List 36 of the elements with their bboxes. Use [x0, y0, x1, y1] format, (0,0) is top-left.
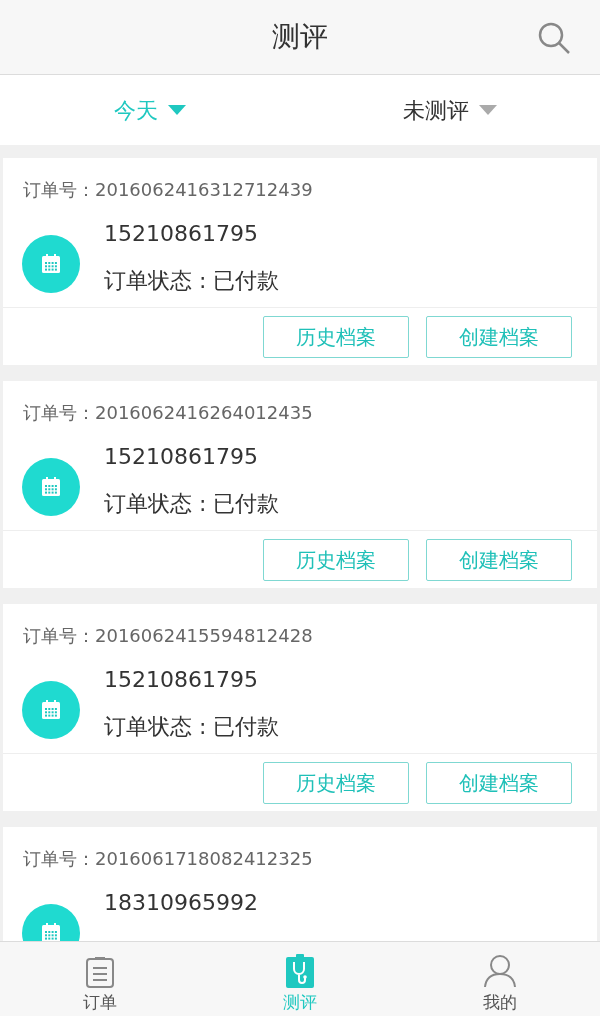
search-icon[interactable]: [536, 20, 572, 56]
clipboard-icon: [85, 955, 115, 988]
phone-number: 15210861795: [104, 443, 259, 471]
archive-button[interactable]: 历史档案: [263, 538, 409, 581]
order-status: 订单状态 : 已付款: [104, 490, 280, 518]
nav-tab[interactable]: 订单: [0, 942, 200, 1016]
filter-dropdown[interactable]: 今天: [0, 75, 300, 145]
phone-number: 18310965992: [104, 889, 258, 917]
calendar-icon: [40, 476, 62, 498]
person-icon: [483, 953, 517, 988]
archive-button[interactable]: 创建档案: [426, 761, 572, 804]
order-number: 2016062415594812428: [95, 624, 313, 648]
calendar-icon: [40, 253, 62, 275]
archive-button[interactable]: 创建档案: [426, 315, 572, 358]
order-status: 订单状态 : 已付款: [104, 713, 280, 741]
order-number-label: 订单号：: [23, 847, 95, 871]
phone-number: 15210861795: [104, 220, 259, 248]
caret-icon: [168, 105, 186, 115]
nav-tab[interactable]: 测评: [200, 942, 400, 1016]
page-title: 测评: [272, 19, 328, 55]
archive-button[interactable]: 创建档案: [426, 538, 572, 581]
nav-tab[interactable]: 我的: [400, 942, 600, 1016]
order-number: 2016062416264012435: [95, 401, 313, 425]
calendar-icon: [40, 699, 62, 721]
order-number-label: 订单号：: [23, 178, 95, 202]
order-number: 2016062416312712439: [95, 178, 313, 202]
caret-icon: [479, 105, 497, 115]
order-status: 订单状态 : 已付款: [104, 267, 280, 295]
filter-dropdown[interactable]: 未测评: [300, 75, 600, 145]
phone-number: 15210861795: [104, 666, 259, 694]
stethoscope-clipboard-icon: [286, 953, 314, 988]
order-number-label: 订单号：: [23, 624, 95, 648]
archive-button[interactable]: 历史档案: [263, 761, 409, 804]
order-number: 2016061718082412325: [95, 847, 313, 871]
archive-button[interactable]: 历史档案: [263, 315, 409, 358]
order-number-label: 订单号：: [23, 401, 95, 425]
